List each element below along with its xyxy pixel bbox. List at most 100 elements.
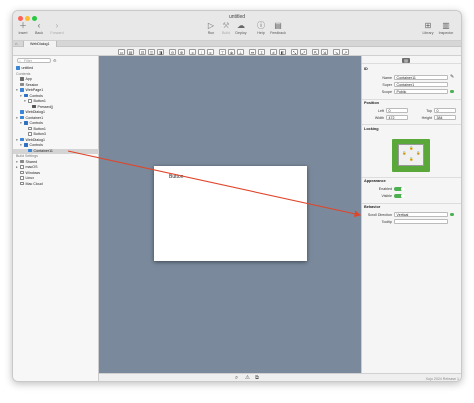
order-front-icon[interactable]: ◫ bbox=[148, 48, 155, 55]
fit-icon[interactable]: ⇲ bbox=[321, 48, 328, 55]
button-icon bbox=[28, 126, 32, 130]
left-field[interactable]: 0 bbox=[386, 108, 408, 113]
tree-item-container11[interactable]: Container11 bbox=[13, 148, 99, 154]
zoom-out-icon[interactable]: ⊖ bbox=[169, 48, 176, 55]
scope-dropdown-icon[interactable] bbox=[450, 89, 454, 93]
visible-toggle[interactable] bbox=[394, 193, 405, 198]
navigator-panel: ⌕ Filter ⚙ untitled Contents App Session… bbox=[13, 56, 99, 381]
tooltip-field[interactable] bbox=[394, 219, 448, 224]
titlebar: untitled ＋ Insert ‹ Back › Forward ▷ Run… bbox=[13, 11, 461, 41]
filter-options-icon[interactable]: ⚙ bbox=[53, 58, 57, 63]
library-button[interactable]: ⊞ Library bbox=[418, 21, 438, 35]
warning-icon[interactable]: ⚠ bbox=[245, 375, 250, 381]
lock-right-icon[interactable]: 🔒 bbox=[416, 151, 420, 155]
measure-icon[interactable]: ↘ bbox=[333, 48, 340, 55]
cloud-icon: ☁ bbox=[237, 21, 245, 30]
checkbox-icon[interactable] bbox=[20, 170, 24, 174]
tree-item-project[interactable]: untitled bbox=[16, 66, 33, 71]
top-field[interactable]: 0 bbox=[434, 108, 456, 113]
controls-icon bbox=[24, 121, 28, 125]
order-back-icon[interactable]: ◨ bbox=[157, 48, 164, 55]
locking-widget[interactable]: 🔒 🔒 🔒 🔒 bbox=[392, 139, 430, 172]
app-icon bbox=[20, 77, 24, 81]
tree-item-button1[interactable]: ▾ Button1 bbox=[24, 99, 46, 104]
messages-icon[interactable]: ⧉ bbox=[255, 375, 259, 381]
section-id: ID bbox=[364, 67, 368, 71]
tree-item-session[interactable]: Session bbox=[20, 82, 38, 88]
search-icon[interactable]: ⌕ bbox=[235, 375, 238, 381]
tree-item-webdialog1[interactable]: WebDialog1 bbox=[20, 110, 45, 115]
layout-canvas[interactable]: Button bbox=[99, 56, 361, 373]
tree-item-container1-controls[interactable]: ▾ Controls bbox=[20, 121, 43, 126]
lock-bottom-icon[interactable]: 🔒 bbox=[409, 157, 413, 161]
lock-left-icon[interactable]: 🔒 bbox=[402, 151, 406, 155]
tree-item-mac-cloud[interactable]: Mac Cloud bbox=[20, 181, 43, 187]
top-label: Top bbox=[426, 109, 432, 113]
inspector-button[interactable]: ▥ Inspector bbox=[436, 21, 456, 35]
lock-icon[interactable]: ⊟ bbox=[139, 48, 146, 55]
grid-icon[interactable]: # bbox=[270, 48, 277, 55]
super-field[interactable]: Container1 bbox=[394, 82, 448, 87]
tree-item-pressed-event[interactable]: Pressed() bbox=[32, 104, 53, 110]
space-vertical-icon[interactable]: ⇳ bbox=[258, 48, 265, 55]
super-label: Super bbox=[382, 83, 392, 87]
layout-view-icon[interactable]: ▭ bbox=[118, 48, 125, 55]
lock-top-icon[interactable]: 🔒 bbox=[409, 146, 413, 150]
tree-item-shared[interactable]: ▾ Shared bbox=[16, 159, 37, 165]
tree-item-container1-button1[interactable]: Button1 bbox=[28, 126, 46, 132]
align-bottom-icon[interactable]: ⊥ bbox=[237, 48, 244, 55]
checkbox-icon[interactable] bbox=[20, 181, 24, 185]
size-icon[interactable]: ⇱ bbox=[312, 48, 319, 55]
align-top-icon[interactable]: ⊤ bbox=[219, 48, 226, 55]
align-middle-icon[interactable]: ≑ bbox=[228, 48, 235, 55]
align-center-icon[interactable]: ⫶ bbox=[198, 48, 205, 55]
container-preview[interactable]: Button bbox=[154, 166, 307, 261]
tree-item-webpage1[interactable]: ▾ WebPage1 bbox=[16, 88, 43, 93]
code-view-icon[interactable]: ▤ bbox=[127, 48, 134, 55]
spacing-icon[interactable]: ⤢ bbox=[300, 48, 307, 55]
tree-item-app[interactable]: App bbox=[20, 77, 32, 82]
align-right-icon[interactable]: ⫸ bbox=[207, 48, 214, 55]
width-field[interactable]: 472 bbox=[386, 115, 408, 120]
tree-item-windows[interactable]: Windows bbox=[20, 170, 40, 176]
tree-item-macos[interactable]: ▸ macOS bbox=[16, 165, 37, 170]
resize-icon[interactable]: ⤡ bbox=[291, 48, 298, 55]
button-icon bbox=[28, 132, 32, 136]
enabled-toggle[interactable] bbox=[394, 186, 405, 191]
tree-item-webdialog1-controls[interactable]: ▾ Controls bbox=[20, 143, 43, 148]
name-field[interactable]: Container11 bbox=[394, 75, 448, 80]
space-horizontal-icon[interactable]: ⇹ bbox=[249, 48, 256, 55]
checkbox-icon[interactable] bbox=[20, 176, 24, 180]
scroll-direction-dropdown-icon[interactable] bbox=[450, 212, 454, 216]
tree-item-webdialog1-selected-parent[interactable]: ▾ WebDialog1 bbox=[16, 137, 45, 143]
inspector-properties-icon[interactable]: ▤ bbox=[402, 57, 410, 63]
status-bar: ⌕ ⚠ ⧉ Xojo 2024 Release 1 bbox=[99, 373, 461, 381]
scope-select[interactable]: Public bbox=[394, 89, 448, 94]
forward-button[interactable]: › Forward bbox=[47, 21, 67, 35]
controls-icon bbox=[24, 143, 28, 147]
zoom-in-icon[interactable]: ⊕ bbox=[178, 48, 185, 55]
height-field[interactable]: 384 bbox=[434, 115, 456, 120]
chevron-left-icon: ‹ bbox=[37, 21, 41, 30]
feedback-button[interactable]: ▤ Feedback bbox=[268, 21, 288, 35]
checkbox-icon[interactable] bbox=[20, 165, 24, 169]
container-icon bbox=[28, 148, 32, 152]
tree-item-linux[interactable]: Linux bbox=[20, 176, 34, 181]
back-button[interactable]: ‹ Back bbox=[29, 21, 49, 35]
tooltip-label: Tooltip bbox=[381, 220, 392, 224]
webpage-icon bbox=[20, 88, 24, 92]
navigator-filter-input[interactable]: ⌕ Filter bbox=[17, 58, 51, 63]
canvas-button[interactable]: Button bbox=[169, 174, 183, 180]
tree-item-container1-button3[interactable]: Button3 bbox=[28, 132, 46, 137]
align-left-icon[interactable]: ⫷ bbox=[189, 48, 196, 55]
shared-icon bbox=[20, 159, 24, 163]
inspect-icon[interactable]: ↗ bbox=[342, 48, 349, 55]
scroll-direction-select[interactable]: Vertical bbox=[394, 212, 448, 217]
edit-pencil-icon[interactable]: ✎ bbox=[450, 74, 454, 80]
inspector-icon: ▥ bbox=[442, 21, 450, 30]
enabled-label: Enabled bbox=[378, 187, 392, 191]
tree-item-container1[interactable]: ▾ Container1 bbox=[16, 115, 43, 121]
view-options-icon[interactable]: ◧ bbox=[279, 48, 286, 55]
deploy-button[interactable]: ☁ Deploy bbox=[231, 21, 251, 35]
tree-item-controls[interactable]: ▾ Controls bbox=[20, 93, 43, 99]
